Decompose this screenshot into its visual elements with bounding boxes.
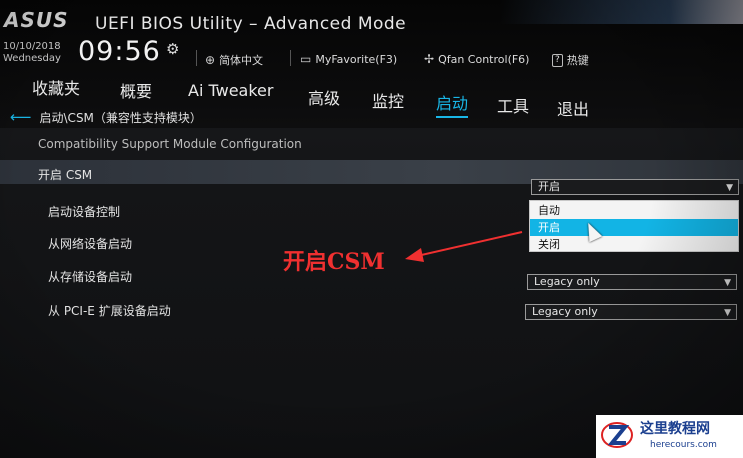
storage-boot-value: Legacy only: [534, 275, 600, 288]
boot-from-pcie-label[interactable]: 从 PCI-E 扩展设备启动: [48, 302, 171, 319]
back-arrow-icon[interactable]: ⟵: [10, 108, 32, 126]
date-text: 10/10/2018: [3, 41, 61, 52]
myfavorite-button[interactable]: ▭ MyFavorite(F3): [300, 52, 397, 66]
menu-tool[interactable]: 工具: [497, 93, 529, 117]
menu-favorites[interactable]: 收藏夹: [32, 75, 80, 99]
language-button[interactable]: ⊕ 简体中文: [205, 52, 263, 68]
option-disabled[interactable]: 关闭: [530, 236, 738, 253]
menu-advanced[interactable]: 高级: [308, 85, 340, 109]
chevron-down-icon: ▼: [724, 278, 731, 288]
qfan-label: Qfan Control(F6): [438, 52, 530, 66]
globe-icon: ⊕: [205, 53, 216, 67]
asus-logo: ASUS: [4, 8, 69, 32]
bios-screen: ASUS UEFI BIOS Utility – Advanced Mode 1…: [0, 0, 743, 458]
help-key-icon: ?: [552, 53, 563, 67]
breadcrumb-text: 启动\CSM（兼容性支持模块）: [39, 110, 202, 125]
csm-dropdown-value: 开启: [538, 180, 560, 193]
breadcrumb: ⟵ 启动\CSM（兼容性支持模块）: [10, 108, 202, 126]
boot-from-network-label[interactable]: 从网络设备启动: [48, 235, 132, 252]
csm-dropdown[interactable]: 开启 ▼: [531, 179, 739, 195]
watermark-logo-icon: [601, 422, 633, 448]
language-label: 简体中文: [219, 54, 264, 67]
menu-monitor[interactable]: 监控: [372, 88, 404, 112]
menu-boot[interactable]: 启动: [436, 90, 469, 118]
toolbar-divider: [196, 50, 197, 66]
date-block: 10/10/2018 Wednesday: [3, 41, 61, 65]
annotation-text: 开启CSM: [283, 249, 385, 275]
chevron-down-icon: ▼: [726, 183, 733, 193]
pcie-boot-value: Legacy only: [532, 305, 598, 318]
clock-settings-gear-icon[interactable]: ⚙: [166, 40, 179, 58]
myfavorite-label: MyFavorite(F3): [315, 52, 398, 66]
csm-options-list: 自动 开启 关闭: [529, 200, 739, 252]
boot-from-storage-label[interactable]: 从存储设备启动: [48, 268, 132, 285]
chevron-down-icon: ▼: [724, 308, 731, 318]
annotation-arrow-icon: [405, 231, 523, 262]
menu-ai-tweaker[interactable]: Ai Tweaker: [188, 81, 273, 100]
qfan-control-button[interactable]: ✢ Qfan Control(F6): [424, 52, 529, 66]
window-title: UEFI BIOS Utility – Advanced Mode: [95, 14, 407, 34]
watermark-cn-text: 这里教程网: [640, 421, 710, 437]
clock-time: 09:56: [78, 36, 161, 67]
hotkey-label: 热键: [566, 54, 589, 67]
pcie-boot-dropdown[interactable]: Legacy only ▼: [525, 304, 737, 320]
storage-boot-dropdown[interactable]: Legacy only ▼: [527, 274, 737, 290]
screen-glare: [500, 0, 743, 24]
weekday-text: Wednesday: [3, 53, 61, 64]
toolbar-divider: [290, 50, 291, 66]
option-auto[interactable]: 自动: [530, 202, 738, 219]
option-enabled[interactable]: 开启: [530, 219, 738, 236]
csm-label[interactable]: 开启 CSM: [38, 166, 92, 183]
hotkey-button[interactable]: ? 热键: [552, 52, 589, 68]
watermark-url-text: herecours.com: [650, 440, 717, 450]
boot-device-control-label[interactable]: 启动设备控制: [48, 203, 120, 220]
fan-icon: ✢: [424, 52, 435, 66]
menu-overview[interactable]: 概要: [120, 78, 152, 102]
menu-exit[interactable]: 退出: [557, 96, 589, 120]
section-subtitle: Compatibility Support Module Configurati…: [38, 137, 302, 151]
favorite-folder-icon: ▭: [300, 52, 312, 66]
